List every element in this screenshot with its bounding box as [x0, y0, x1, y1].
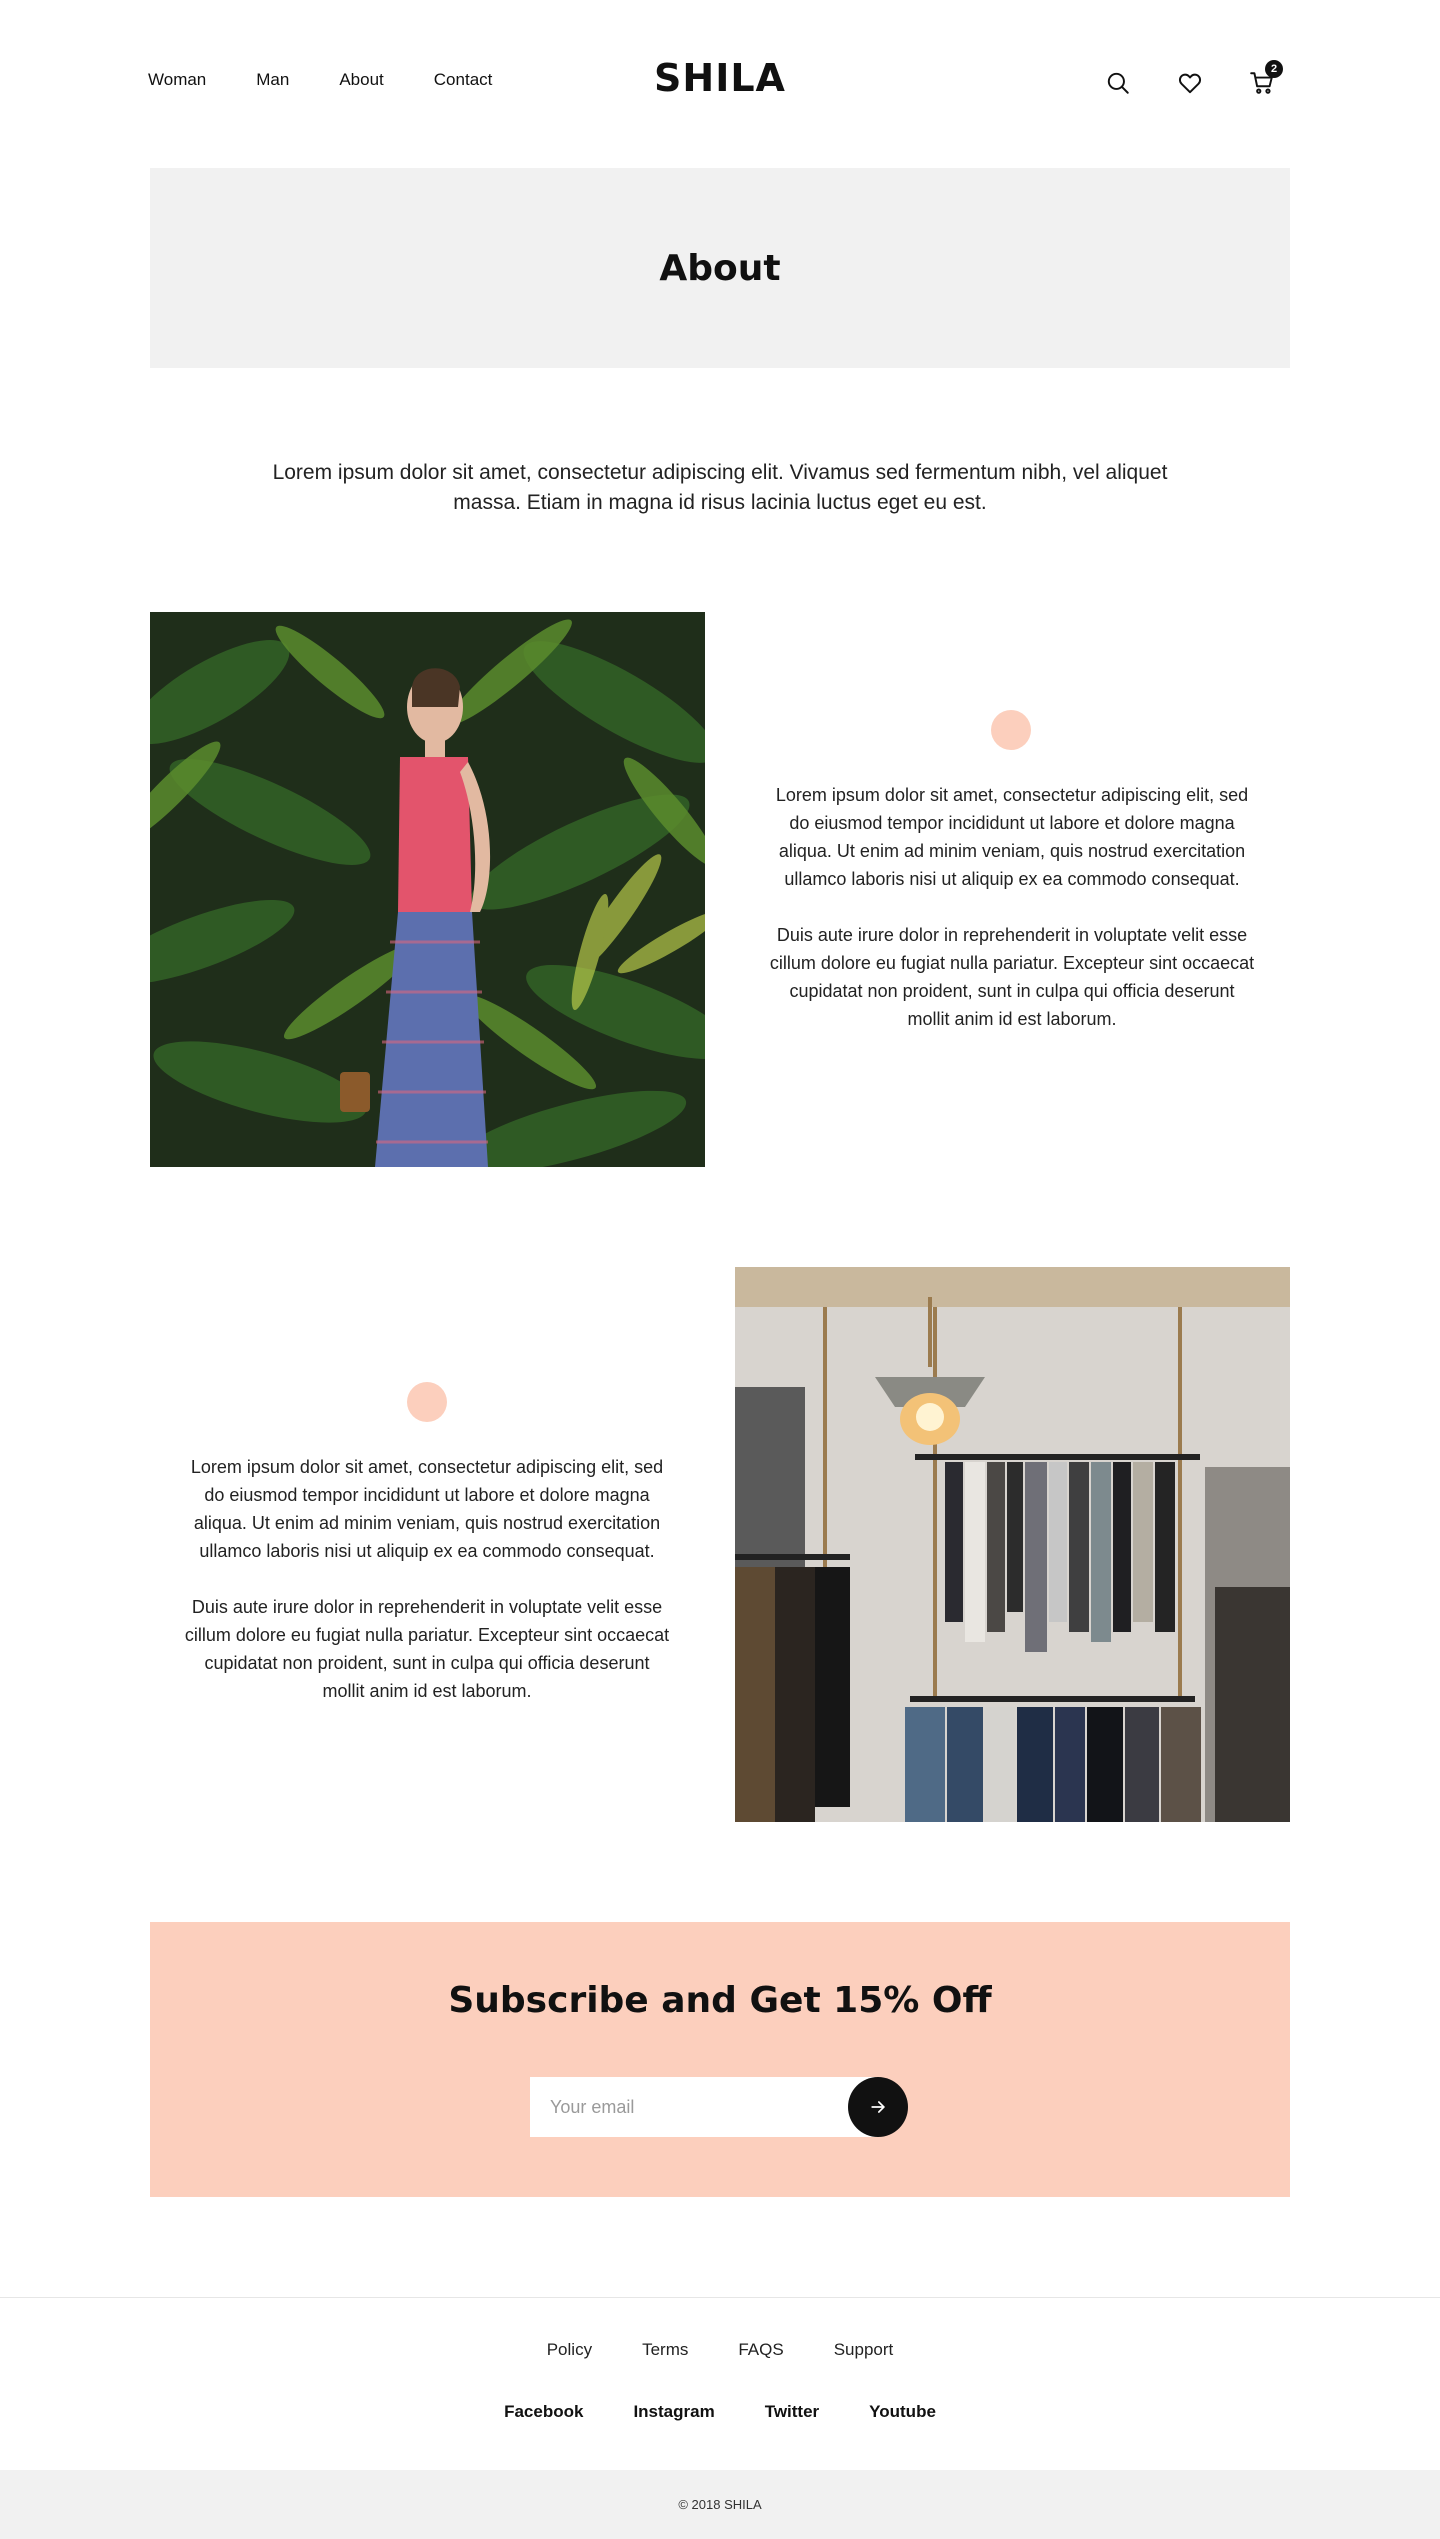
social-link-facebook[interactable]: Facebook — [504, 2402, 583, 2422]
page-title: About — [659, 247, 781, 289]
subscribe-submit-button[interactable] — [848, 2077, 908, 2137]
accent-dot — [991, 710, 1031, 750]
cart-count-badge: 2 — [1265, 60, 1283, 78]
clothing-store-photo — [735, 1267, 1290, 1822]
heart-icon[interactable] — [1177, 70, 1203, 96]
arrow-right-icon — [871, 2101, 885, 2113]
subscribe-section: Subscribe and Get 15% Off — [150, 1922, 1290, 2197]
feature-paragraph: Lorem ipsum dolor sit amet, consectetur … — [190, 1457, 664, 1561]
search-icon[interactable] — [1105, 70, 1131, 96]
footer-link-policy[interactable]: Policy — [547, 2340, 592, 2360]
copyright-text: © 2018 SHILA — [678, 2497, 762, 2512]
accent-dot — [407, 1382, 447, 1422]
footer-link-terms[interactable]: Terms — [642, 2340, 688, 2360]
social-link-twitter[interactable]: Twitter — [765, 2402, 819, 2422]
footer-divider — [0, 2297, 1440, 2298]
feature-text-1: Lorem ipsum dolor sit amet, consectetur … — [767, 781, 1257, 1033]
feature-text-2: Lorem ipsum dolor sit amet, consectetur … — [182, 1453, 672, 1705]
model-in-plants-photo — [150, 612, 705, 1167]
intro-text: Lorem ipsum dolor sit amet, consectetur … — [272, 461, 1168, 514]
page-banner: About — [150, 168, 1290, 368]
email-input[interactable] — [530, 2077, 880, 2137]
cart-icon[interactable]: 2 — [1249, 60, 1283, 96]
header-actions: 2 — [1105, 60, 1283, 96]
feature-paragraph: Duis aute irure dolor in reprehenderit i… — [184, 1597, 670, 1701]
footer-link-support[interactable]: Support — [834, 2340, 894, 2360]
feature-paragraph: Lorem ipsum dolor sit amet, consectetur … — [775, 785, 1249, 889]
footer-nav: Policy Terms FAQS Support — [0, 2340, 1440, 2360]
social-nav: Facebook Instagram Twitter Youtube — [0, 2402, 1440, 2422]
site-header: Woman Man About Contact SHILA 2 — [0, 0, 1440, 165]
copyright-bar: © 2018 SHILA — [0, 2470, 1440, 2539]
social-link-youtube[interactable]: Youtube — [869, 2402, 936, 2422]
subscribe-form — [530, 2077, 908, 2137]
social-link-instagram[interactable]: Instagram — [633, 2402, 714, 2422]
feature-paragraph: Duis aute irure dolor in reprehenderit i… — [769, 925, 1255, 1029]
subscribe-title: Subscribe and Get 15% Off — [448, 1980, 992, 2021]
footer-link-faqs[interactable]: FAQS — [738, 2340, 783, 2360]
